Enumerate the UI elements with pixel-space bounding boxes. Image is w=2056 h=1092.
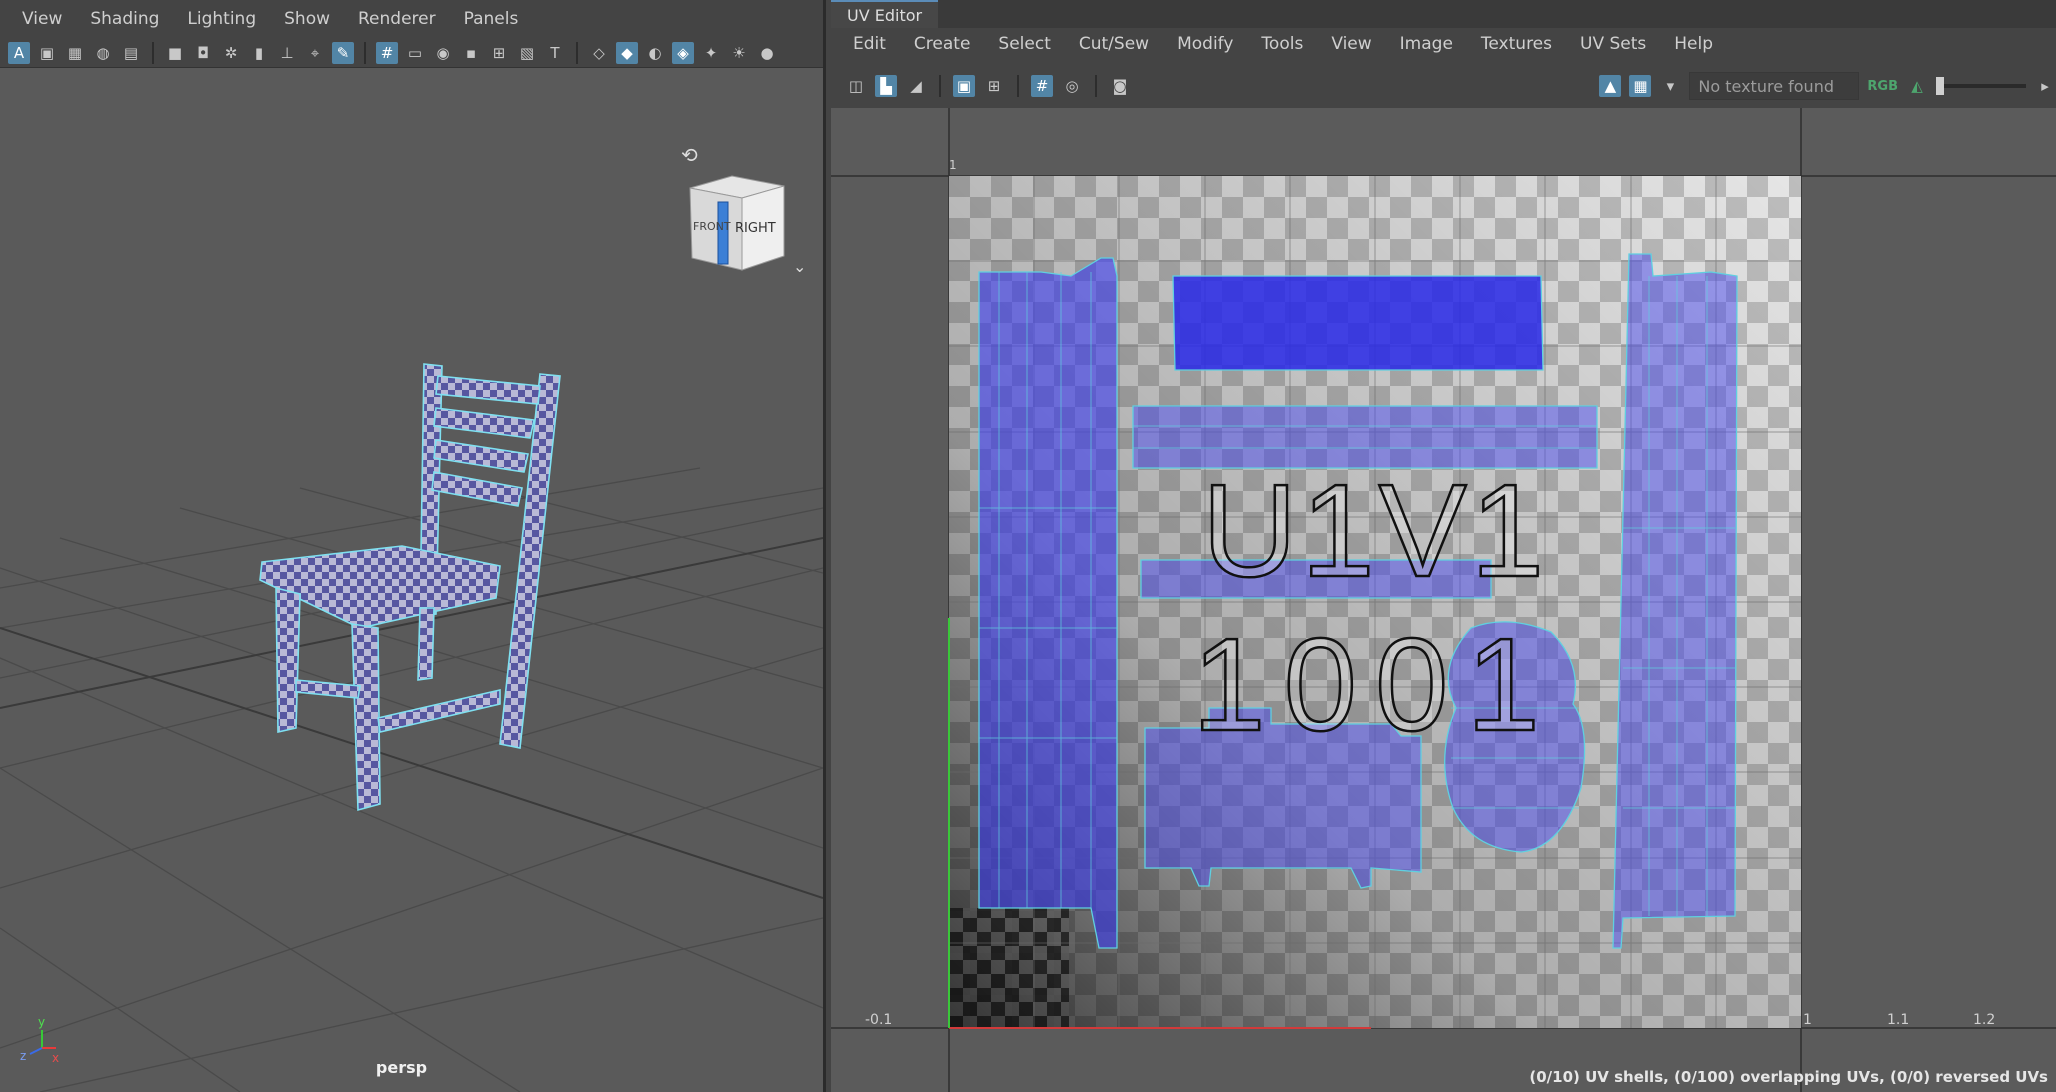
image-exposure-icon[interactable]: ◭ xyxy=(1906,75,1928,97)
menu-edit[interactable]: Edit xyxy=(839,34,900,54)
uv-editor-menubar: Edit Create Select Cut/Sew Modify Tools … xyxy=(831,28,2056,60)
camera-label: persp xyxy=(375,1058,428,1077)
uv-shell-icon[interactable]: ◫ xyxy=(845,75,867,97)
select-camera-icon[interactable]: A xyxy=(8,41,30,64)
bookmark-icon[interactable]: ▮ xyxy=(248,42,270,64)
menu-cut-sew[interactable]: Cut/Sew xyxy=(1065,34,1163,54)
uv-canvas[interactable]: U1V1 1001 -0.1 1 1.1 1.2 1 (0/10) UV she… xyxy=(831,108,2056,1092)
uv-editor-titlebar: UV Editor xyxy=(831,0,2056,28)
menu-view[interactable]: View xyxy=(1317,34,1385,54)
menu-shading[interactable]: Shading xyxy=(76,9,173,29)
toolbar-separator xyxy=(939,75,941,97)
chair-model[interactable] xyxy=(259,363,561,812)
menu-tools[interactable]: Tools xyxy=(1247,34,1317,54)
viewport-panel: View Shading Lighting Show Renderer Pane… xyxy=(0,0,826,1092)
uv-editor-toolbar: ◫ ▙ ◢ ▣ ⊞ # ◎ ◙ ▲ ▦ ▾ No texture found R… xyxy=(831,66,2056,106)
uv-editor-panel: UV Editor Edit Create Select Cut/Sew Mod… xyxy=(831,0,2056,1092)
uv-editor-tab[interactable]: UV Editor xyxy=(831,0,939,28)
exposure-slider[interactable] xyxy=(1936,77,2026,95)
view-cube[interactable]: FRONT RIGHT ⟲ ⌄ xyxy=(681,143,806,276)
home-icon[interactable]: ⟲ xyxy=(681,143,698,167)
toolbar-separator xyxy=(364,41,366,64)
u-axis-label: 1.1 xyxy=(1887,1012,1910,1028)
uv-shell-seat-top xyxy=(1172,275,1544,371)
toolbar-separator xyxy=(1017,75,1019,97)
uv-distortion-icon[interactable]: ⊞ xyxy=(983,75,1005,97)
menu-panels[interactable]: Panels xyxy=(450,9,533,29)
menu-uv-sets[interactable]: UV Sets xyxy=(1566,34,1660,54)
wireframe-on-shaded-icon[interactable]: ◈ xyxy=(672,41,694,64)
pixel-snap-icon[interactable]: ◎ xyxy=(1061,75,1083,97)
u-axis-label: 1 xyxy=(1803,1012,1812,1028)
smooth-shade-icon[interactable]: ◆ xyxy=(616,41,638,64)
shadows-icon[interactable]: ● xyxy=(756,42,778,64)
lock-camera-icon[interactable]: ▣ xyxy=(36,42,58,64)
textured-icon[interactable]: ✦ xyxy=(700,42,722,64)
uv-status-bar: (0/10) UV shells, (0/100) overlapping UV… xyxy=(1529,1068,2048,1086)
menu-show[interactable]: Show xyxy=(270,9,344,29)
menu-create[interactable]: Create xyxy=(900,34,985,54)
image-plane-icon[interactable]: ◍ xyxy=(92,42,114,64)
checker-icon[interactable]: ▦ xyxy=(1629,75,1652,97)
lights-icon[interactable]: ☀ xyxy=(728,42,750,64)
safe-title-icon[interactable]: T xyxy=(544,42,566,64)
menu-select[interactable]: Select xyxy=(984,34,1064,54)
two-d-pan-icon[interactable]: ▤ xyxy=(120,42,142,64)
view-cube-menu-icon[interactable]: ⌄ xyxy=(793,257,806,276)
viewport-toolbar: A ▣ ▦ ◍ ▤ ■ ◘ ✲ ▮ ⊥ ⌖ ✎ # ▭ ◉ ▪ ⊞ ▧ T ◇ … xyxy=(0,38,823,68)
rgb-channel-icon[interactable]: RGB xyxy=(1867,79,1898,94)
view-cube-right-label: RIGHT xyxy=(735,221,776,236)
axis-y-label: y xyxy=(38,1015,45,1029)
menu-modify[interactable]: Modify xyxy=(1163,34,1247,54)
snapshot-icon[interactable]: ◙ xyxy=(1109,75,1131,97)
menu-help[interactable]: Help xyxy=(1660,34,1727,54)
viewport-menubar: View Shading Lighting Show Renderer Pane… xyxy=(0,0,823,38)
view-cube-front-label: FRONT xyxy=(693,220,731,233)
u-axis-label: 1.2 xyxy=(1973,1012,1996,1028)
toolbar-separator xyxy=(576,41,578,64)
safe-action-icon[interactable]: ▧ xyxy=(516,42,538,64)
menu-lighting[interactable]: Lighting xyxy=(173,9,270,29)
exposure-slider-thumb[interactable] xyxy=(1936,77,1944,95)
u-axis-label: -0.1 xyxy=(865,1012,893,1028)
uv-shell-back-left xyxy=(978,257,1118,949)
pivot-icon[interactable]: ⊥ xyxy=(276,42,298,64)
menu-view[interactable]: View xyxy=(8,9,76,29)
snap-icon[interactable]: ⌖ xyxy=(304,42,326,64)
film-gate-icon[interactable]: ✲ xyxy=(220,42,242,64)
gate-mask-icon[interactable]: ▪ xyxy=(460,42,482,64)
tile-label-1001: 1001 xyxy=(1192,611,1558,758)
viewport-scene: FRONT RIGHT ⟲ ⌄ y x z xyxy=(0,143,823,1092)
uv-shell-back-right xyxy=(1612,253,1738,949)
v-axis-label: 1 xyxy=(949,158,957,172)
shaded-uv-icon[interactable]: ▣ xyxy=(953,75,975,97)
menu-renderer[interactable]: Renderer xyxy=(344,9,450,29)
menu-image[interactable]: Image xyxy=(1386,34,1467,54)
grease-pencil-icon[interactable]: ✎ xyxy=(332,41,354,64)
uv-scene: U1V1 1001 xyxy=(831,108,2056,1092)
persp-viewport[interactable]: FRONT RIGHT ⟲ ⌄ y x z xyxy=(0,68,823,1092)
menu-textures[interactable]: Textures xyxy=(1467,34,1566,54)
bookmark-grid-icon[interactable]: ▦ xyxy=(64,42,86,64)
toolbar-separator xyxy=(152,41,154,64)
tile-label-u1v1: U1V1 xyxy=(1202,457,1548,604)
toolbar-separator xyxy=(1095,75,1097,97)
camera-attributes-icon[interactable]: ◘ xyxy=(192,42,214,64)
display-image-icon[interactable]: ▲ xyxy=(1599,75,1622,97)
grid-icon[interactable]: # xyxy=(1031,75,1053,97)
uv-filter-icon[interactable]: ◢ xyxy=(905,75,927,97)
film-gate-toggle-icon[interactable]: ▭ xyxy=(404,42,426,64)
wireframe-icon[interactable]: ◇ xyxy=(588,42,610,64)
grid-toggle-icon[interactable]: # xyxy=(376,41,398,64)
resolution-gate-icon[interactable]: ◉ xyxy=(432,42,454,64)
field-chart-icon[interactable]: ⊞ xyxy=(488,42,510,64)
texture-dropdown[interactable]: No texture found xyxy=(1689,72,1860,100)
chevron-down-icon[interactable]: ▾ xyxy=(1659,75,1681,97)
uv-select-icon[interactable]: ▙ xyxy=(875,75,897,97)
default-material-icon[interactable]: ◐ xyxy=(644,42,666,64)
panel-expand-icon[interactable]: ▸ xyxy=(2034,75,2056,97)
camera-icon[interactable]: ■ xyxy=(164,42,186,64)
